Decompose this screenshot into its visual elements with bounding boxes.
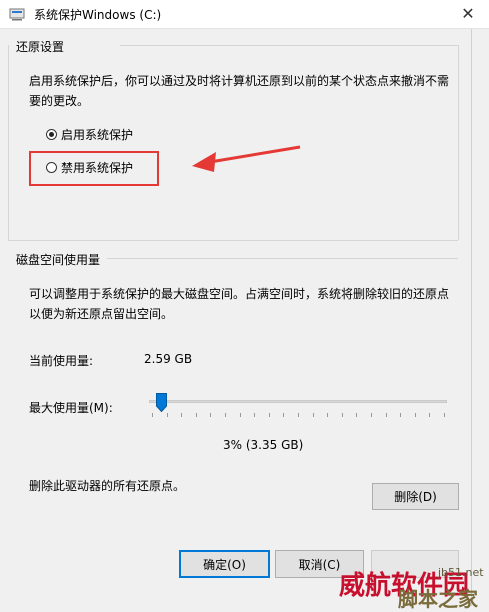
slider-tick — [298, 413, 299, 417]
slider-tick — [415, 413, 416, 417]
close-icon[interactable]: ✕ — [457, 3, 479, 25]
current-usage-label: 当前使用量: — [29, 354, 94, 368]
disk-description: 可以调整用于系统保护的最大磁盘空间。占满空间时，系统将删除较旧的还原点以便为新还… — [29, 287, 450, 321]
disk-usage-heading: 磁盘空间使用量 — [16, 253, 101, 267]
max-usage-label: 最大使用量(M): — [29, 401, 113, 415]
slider-tick — [152, 413, 153, 417]
delete-description: 删除此驱动器的所有还原点。 — [29, 479, 186, 493]
title-bar: 系统保护Windows (C:) ✕ — [0, 0, 489, 29]
annotation-highlight-box — [29, 151, 159, 186]
radio-label: 启用系统保护 — [61, 128, 134, 142]
max-usage-slider-track[interactable] — [149, 400, 447, 403]
slider-tick — [269, 413, 270, 417]
slider-tick — [342, 413, 343, 417]
group-border — [120, 45, 458, 46]
slider-tick — [283, 413, 284, 417]
slider-tick — [210, 413, 211, 417]
slider-tick — [386, 413, 387, 417]
radio-enable-protection[interactable]: 启用系统保护 — [46, 126, 133, 143]
current-usage-value: 2.59 GB — [144, 352, 193, 366]
slider-tick — [327, 413, 328, 417]
group-border — [458, 45, 459, 240]
computer-drive-icon — [9, 8, 25, 21]
slider-tick — [356, 413, 357, 417]
slider-tick — [313, 413, 314, 417]
watermark-url: jb51.net — [438, 566, 484, 579]
ok-button[interactable]: 确定(O) — [179, 550, 270, 578]
delete-button[interactable]: 删除(D) — [372, 483, 459, 510]
radio-checked-icon — [46, 129, 57, 140]
slider-tick — [181, 413, 182, 417]
slider-thumb-icon[interactable] — [156, 393, 167, 412]
slider-tick — [167, 413, 168, 417]
group-border — [8, 45, 9, 240]
slider-tick — [429, 413, 430, 417]
window-title: 系统保护Windows (C:) — [34, 8, 162, 22]
slider-tick — [444, 413, 445, 417]
slider-tick — [225, 413, 226, 417]
slider-readout: 3% (3.35 GB) — [223, 438, 304, 452]
slider-tick — [254, 413, 255, 417]
restore-description: 启用系统保护后，你可以通过及时将计算机还原到以前的某个状态点来撤消不需要的更改。 — [29, 74, 450, 108]
red-arrow-icon — [192, 145, 301, 172]
slider-tick — [371, 413, 372, 417]
group-border — [107, 258, 458, 259]
slider-tick — [196, 413, 197, 417]
slider-tick — [240, 413, 241, 417]
restore-settings-heading: 还原设置 — [16, 40, 65, 54]
group-border — [8, 240, 458, 241]
watermark-site: 脚本之家 — [398, 587, 478, 611]
slider-tick — [400, 413, 401, 417]
